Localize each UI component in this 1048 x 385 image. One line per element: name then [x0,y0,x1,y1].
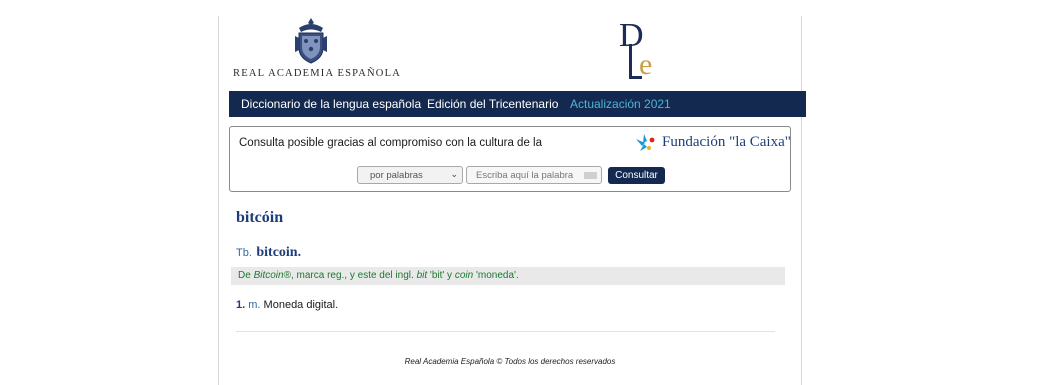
divider [236,331,775,332]
variant-line: Tb. bitcoin. [236,243,301,261]
etymology-word: Bitcoin [253,270,284,281]
definition-abbr[interactable]: m. [248,299,260,311]
definition-1: 1. m. Moneda digital. [236,299,338,311]
variant-word: bitcoin. [256,245,302,260]
entry-headword: bitcóin [236,209,284,226]
search-input-placeholder: Escriba aquí la palabra [476,170,574,181]
svg-text:e: e [639,48,652,81]
definition-text: Moneda digital. [263,299,339,311]
page-container: REAL ACADEMIA ESPAÑOLA D e Diccionario d… [218,16,806,385]
sponsor-name: Fundación "la Caixa" [662,134,791,150]
keyboard-icon[interactable] [584,172,597,179]
dle-monogram-icon[interactable]: D e [617,16,665,82]
nav-item-diccionario[interactable]: Diccionario de la lengua española [241,97,421,111]
etymology-text: ®, marca reg., y este del ingl. [283,270,417,281]
nav-item-tricentenario[interactable]: Edición del Tricentenario [427,97,558,111]
sponsor-text: Consulta posible gracias al compromiso c… [239,137,542,149]
etymology-word: coin [454,270,474,281]
etymology: De Bitcoin®, marca reg., y este del ingl… [231,267,785,285]
chevron-down-icon: ⌄ [450,169,458,179]
rae-logo[interactable]: REAL ACADEMIA ESPAÑOLA [233,16,400,84]
rae-name: REAL ACADEMIA ESPAÑOLA [233,68,401,79]
search-mode-select[interactable]: por palabras ⌄ [357,166,463,184]
nav-item-actualizacion[interactable]: Actualización 2021 [570,97,671,111]
etymology-text: De [238,270,254,281]
main-nav: Diccionario de la lengua española Edició… [229,91,806,117]
caixa-logo[interactable]: Fundación "la Caixa" [634,131,791,155]
etymology-text: 'moneda'. [473,270,519,281]
consultar-button[interactable]: Consultar [608,167,665,184]
etymology-text: 'bit' y [427,270,455,281]
variant-abbr[interactable]: Tb. [236,247,252,259]
search-mode-value: por palabras [370,170,423,181]
search-panel: Consulta posible gracias al compromiso c… [229,126,791,192]
definition-number: 1. [236,299,246,311]
rae-crest-icon [295,18,327,64]
caixa-star-icon [636,134,655,151]
search-input[interactable]: Escriba aquí la palabra [466,166,602,184]
footer-copyright: Real Academia Española © Todos los derec… [404,357,616,366]
etymology-word: bit [416,270,428,281]
